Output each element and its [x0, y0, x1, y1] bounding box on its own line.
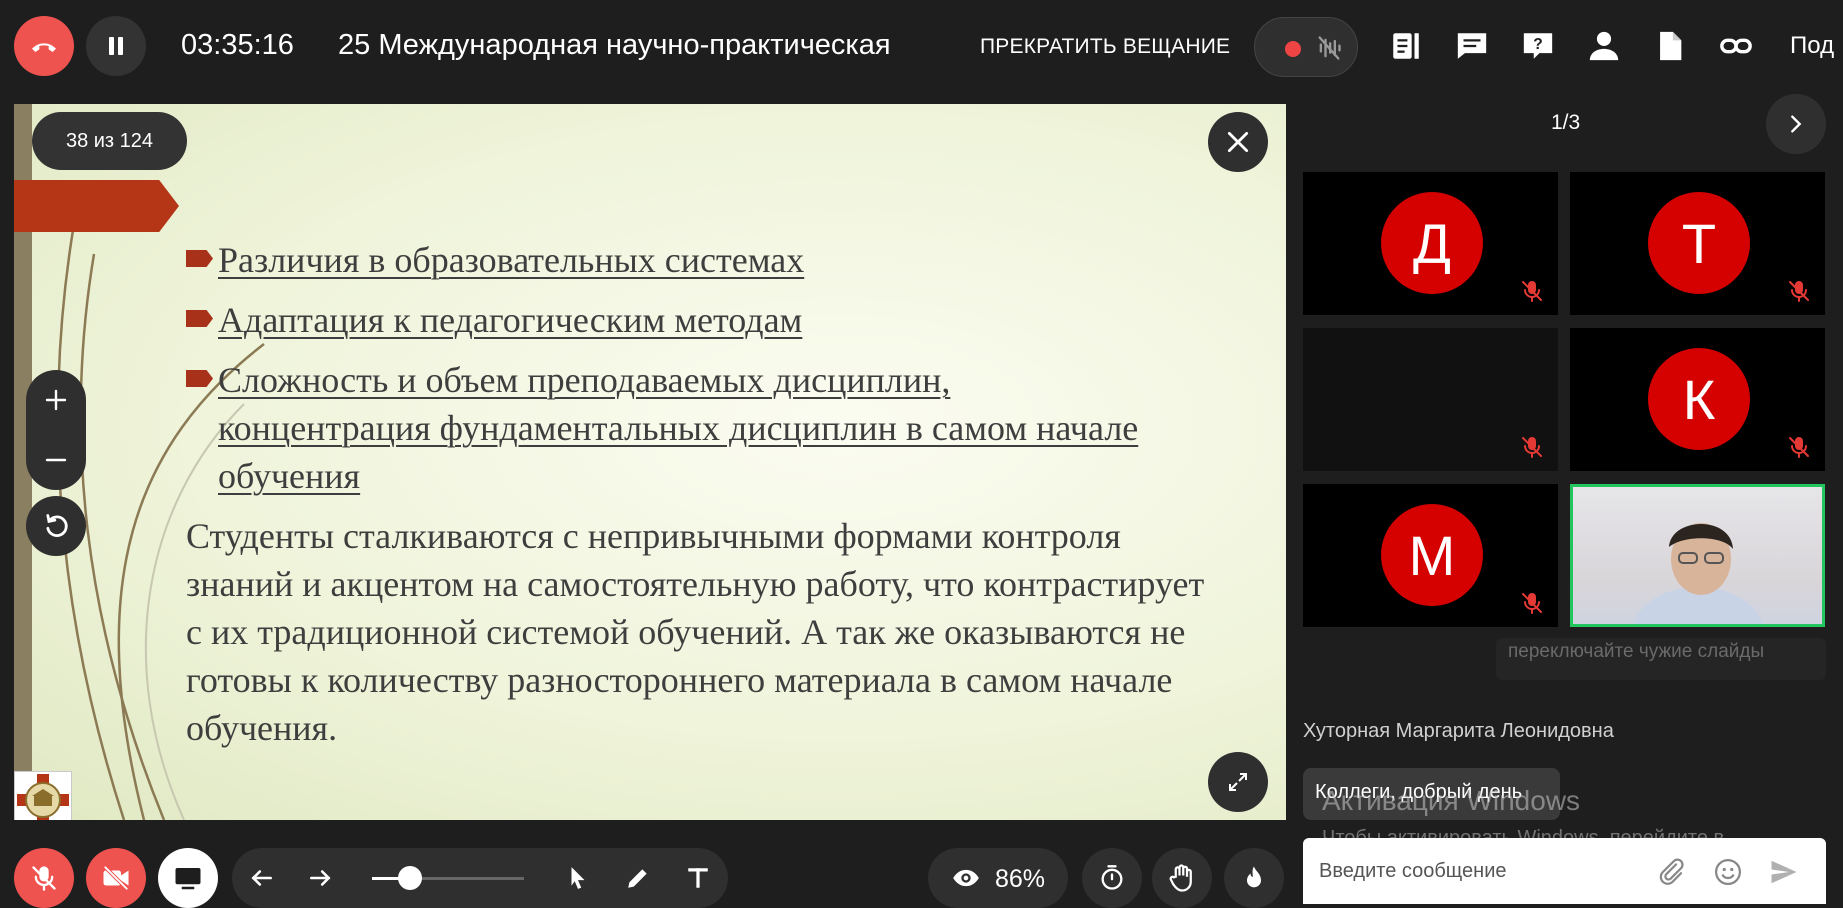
- notes-icon[interactable]: [1384, 24, 1428, 68]
- camera-toggle-button[interactable]: [86, 848, 146, 908]
- participant-tile[interactable]: Д: [1303, 172, 1558, 315]
- chat-author: Хуторная Маргарита Леонидовна: [1303, 720, 1614, 742]
- mic-muted-icon: [1522, 281, 1542, 302]
- chat-message-ghost: переключайте чужие слайды: [1496, 638, 1826, 680]
- participant-tile[interactable]: К: [1570, 328, 1825, 471]
- camera-off-icon: [103, 865, 129, 891]
- mic-muted-icon: [1522, 593, 1542, 614]
- slide-decor-flag: [14, 180, 179, 232]
- chevron-right-icon: [1791, 115, 1802, 133]
- rotate-icon: [46, 514, 68, 537]
- presentation-slide: Различия в образовательных системах Адап…: [14, 104, 1286, 820]
- pointer-tool-button[interactable]: [548, 848, 608, 908]
- chat-input-bar: [1303, 838, 1826, 904]
- stop-broadcast-button[interactable]: ПРЕКРАТИТЬ ВЕЩАНИЕ: [980, 35, 1230, 59]
- question-icon[interactable]: ?: [1516, 24, 1560, 68]
- slide-content: Различия в образовательных системах Адап…: [186, 236, 1246, 752]
- slide-bullet: Различия в образовательных системах: [186, 236, 1246, 284]
- mic-muted-icon: [1522, 437, 1542, 458]
- reactions-button[interactable]: [1224, 848, 1284, 908]
- chat-icon[interactable]: [1450, 24, 1494, 68]
- avatar: Т: [1648, 192, 1750, 294]
- participants-icon[interactable]: [1582, 24, 1626, 68]
- bullet-arrow-icon: [186, 236, 218, 267]
- raise-hand-button[interactable]: [1152, 848, 1212, 908]
- flame-icon: [1247, 866, 1261, 888]
- send-icon[interactable]: [1769, 857, 1799, 887]
- cursor-icon: [571, 867, 585, 889]
- svg-text:?: ?: [1533, 36, 1543, 53]
- hangup-icon: [32, 43, 56, 52]
- next-page-button[interactable]: [1766, 94, 1826, 154]
- plus-icon: [45, 389, 67, 411]
- eye-icon: [953, 869, 979, 887]
- active-speaker-video[interactable]: [1570, 484, 1825, 627]
- bullet-arrow-icon: [186, 296, 218, 327]
- bullet-arrow-icon: [186, 356, 218, 387]
- arrow-right-icon: [310, 870, 331, 886]
- pause-button[interactable]: [86, 16, 146, 76]
- participants-page-indicator: 1/3: [1551, 111, 1581, 134]
- zoom-out-button[interactable]: [26, 430, 86, 490]
- avatar: М: [1381, 504, 1483, 606]
- mic-muted-icon: [1789, 281, 1809, 302]
- text-icon: [688, 868, 708, 888]
- document-icon[interactable]: [1648, 24, 1692, 68]
- participant-tile[interactable]: Т: [1570, 172, 1825, 315]
- close-icon: [1227, 131, 1249, 153]
- speaker-video-frame: [1633, 523, 1763, 624]
- participant-tile[interactable]: [1303, 328, 1558, 471]
- slide-paragraph: Студенты сталкиваются с непривычными фор…: [186, 516, 1205, 748]
- mic-toggle-button[interactable]: [14, 848, 74, 908]
- slide-bullet-text: Адаптация к педагогическим методам: [218, 300, 803, 340]
- chat-message-input[interactable]: [1319, 856, 1639, 886]
- mic-off-icon: [32, 866, 56, 891]
- avatar: Д: [1381, 192, 1483, 294]
- emoji-icon[interactable]: [1713, 857, 1743, 887]
- slide-bullet-text: Сложность и объем преподаваемых дисципли…: [218, 360, 1139, 496]
- session-timer: 03:35:16: [181, 29, 294, 61]
- university-logo: [14, 771, 72, 820]
- text-tool-button[interactable]: [668, 848, 728, 908]
- slide-bullet: Сложность и объем преподаваемых дисципли…: [186, 356, 1166, 500]
- slide-bullet: Адаптация к педагогическим методам: [186, 296, 1246, 344]
- end-call-button[interactable]: [14, 16, 74, 76]
- screen-share-button[interactable]: [158, 848, 218, 908]
- record-dot-icon: [1285, 41, 1301, 57]
- stopwatch-icon: [1101, 865, 1123, 890]
- minus-icon: [45, 458, 67, 462]
- link-icon[interactable]: [1714, 24, 1758, 68]
- prev-slide-button[interactable]: [232, 848, 292, 908]
- slide-counter: 38 из 124: [32, 112, 187, 170]
- audio-off-icon: [1318, 36, 1341, 60]
- expand-icon: [1229, 773, 1247, 791]
- timer-button[interactable]: [1082, 848, 1142, 908]
- slide-bullet-text: Различия в образовательных системах: [218, 240, 805, 280]
- avatar: К: [1648, 348, 1750, 450]
- mic-muted-icon: [1789, 437, 1809, 458]
- pause-icon: [109, 37, 123, 55]
- attach-icon[interactable]: [1656, 857, 1686, 887]
- screen-share-icon: [175, 868, 201, 890]
- pen-tool-button[interactable]: [608, 848, 668, 908]
- reset-zoom-button[interactable]: [26, 496, 86, 556]
- close-presentation-button[interactable]: [1208, 112, 1268, 172]
- zoom-controls: [26, 370, 86, 490]
- recording-indicator[interactable]: [1254, 17, 1358, 77]
- participant-tile[interactable]: М: [1303, 484, 1558, 627]
- viewer-percentage: 86%: [995, 865, 1046, 893]
- more-menu-label[interactable]: Под: [1790, 32, 1834, 60]
- pencil-icon: [628, 869, 647, 888]
- hand-icon: [1169, 864, 1192, 892]
- arrow-left-icon: [251, 870, 272, 886]
- windows-activation-title: Активация Windows: [1322, 785, 1581, 816]
- zoom-in-button[interactable]: [26, 370, 86, 430]
- slide-slider-thumb[interactable]: [398, 866, 422, 890]
- next-slide-button[interactable]: [290, 848, 350, 908]
- conference-title: 25 Международная научно-практическая: [338, 29, 891, 61]
- fullscreen-button[interactable]: [1208, 752, 1268, 812]
